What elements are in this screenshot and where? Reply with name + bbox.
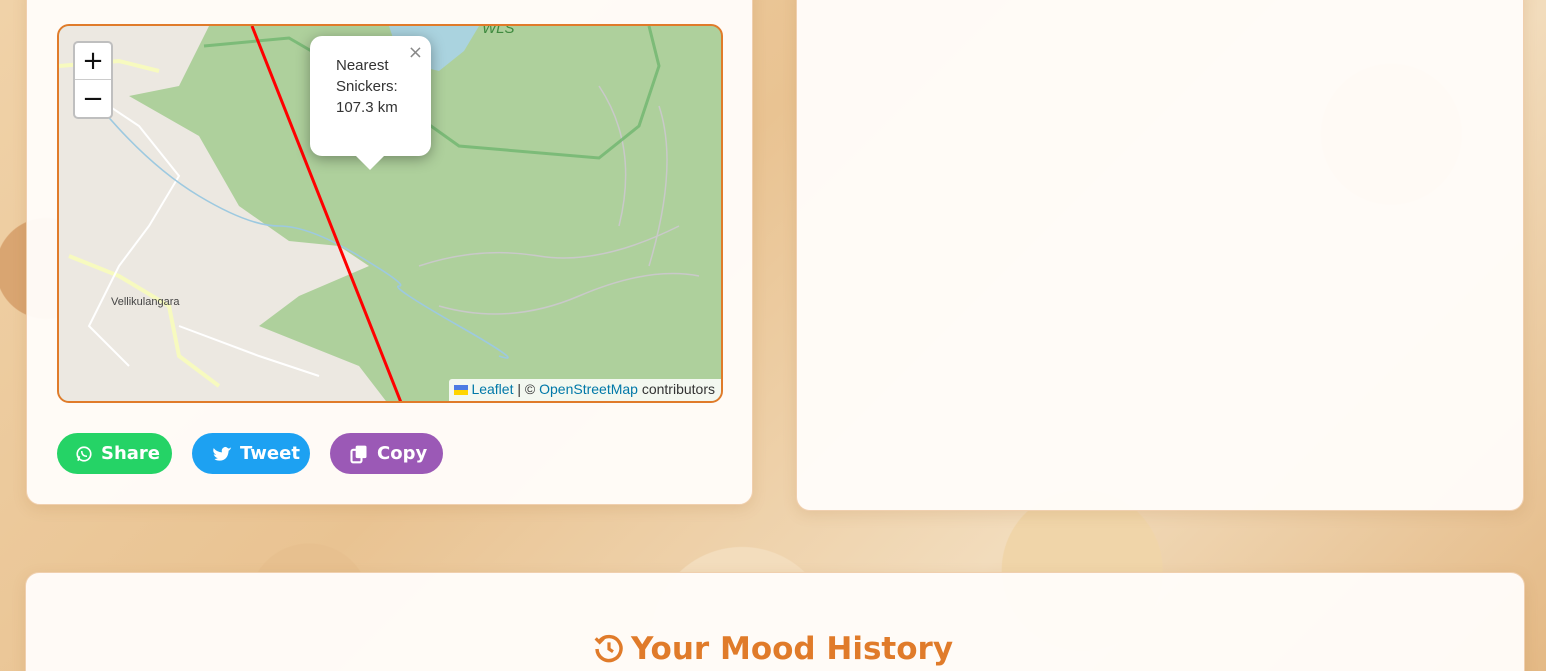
copy-label: Copy [377,443,428,464]
map-attribution: Leaflet | © OpenStreetMap contributors [449,379,721,401]
side-panel-card [796,0,1524,511]
place-label: Vellikulangara [111,296,180,308]
popup-text: Nearest Snickers: 107.3 km [336,57,398,116]
share-button[interactable]: Share [57,433,172,474]
distance-popup: × Nearest Snickers: 107.3 km [310,36,431,156]
tweet-label: Tweet [240,443,300,464]
attribution-suffix: contributors [637,381,715,397]
attribution-separator: | © [513,381,540,397]
ukraine-flag-icon [454,385,469,395]
history-icon [593,633,625,665]
history-title-text: Your Mood History [630,631,954,667]
copy-icon [349,444,369,464]
osm-link[interactable]: OpenStreetMap [539,381,638,397]
area-label: WLS [482,24,515,37]
share-label: Share [101,443,161,464]
whatsapp-icon [75,445,93,463]
popup-tip [355,155,385,170]
close-icon[interactable]: × [408,42,423,63]
zoom-out-button[interactable]: − [75,80,111,117]
mood-history-title: Your Mood History [0,631,1546,667]
tweet-button[interactable]: Tweet [192,433,310,474]
leaflet-link[interactable]: Leaflet [471,381,513,397]
map-view[interactable]: WLS Vellikulangara + − × Nearest Snicker… [57,24,723,403]
copy-button[interactable]: Copy [330,433,443,474]
twitter-icon [212,445,232,463]
zoom-control: + − [73,41,113,119]
zoom-in-button[interactable]: + [75,43,111,80]
